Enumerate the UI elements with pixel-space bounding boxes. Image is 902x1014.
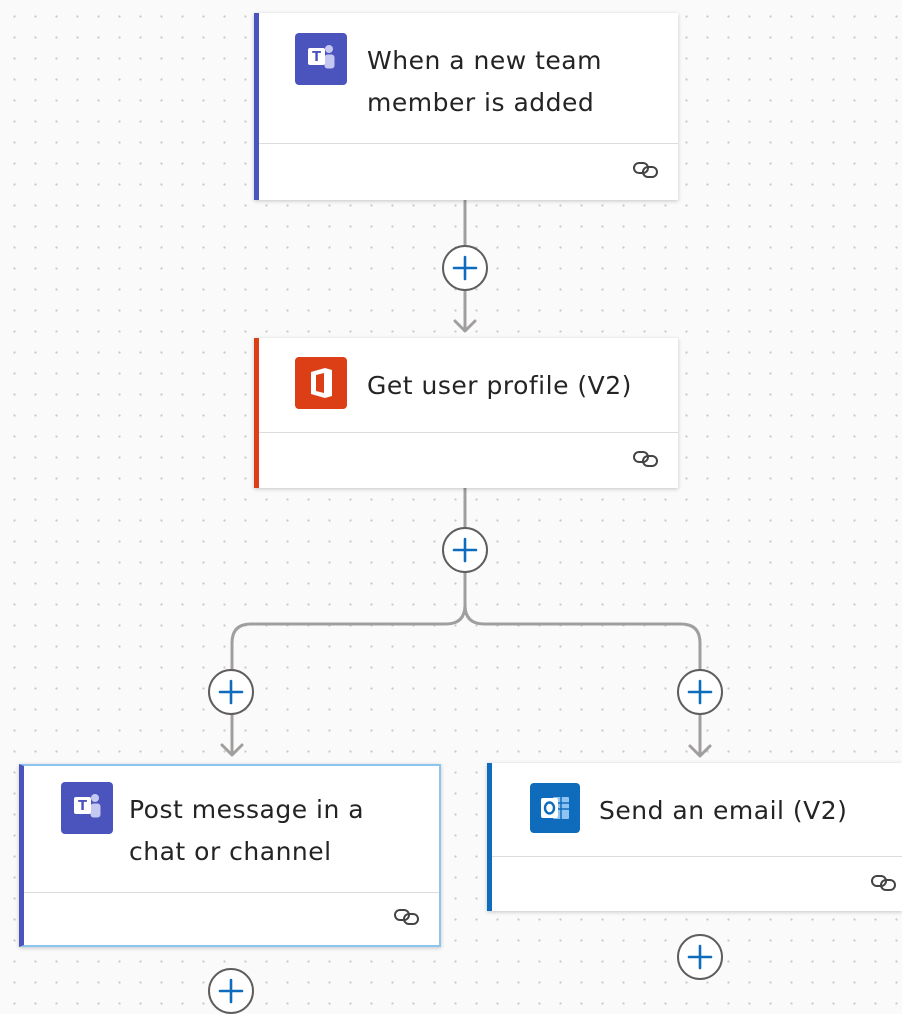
post-message-title: Post message in a chat or channel <box>129 795 365 866</box>
insert-step-button-right-branch[interactable] <box>677 669 723 715</box>
plus-icon <box>218 679 244 705</box>
insert-step-button[interactable] <box>442 527 488 573</box>
trigger-card-footer <box>259 143 678 200</box>
trigger-card[interactable]: T When a new team member is added <box>254 13 678 200</box>
trigger-card-header[interactable]: T When a new team member is added <box>259 13 678 143</box>
branch-right-line <box>463 603 702 756</box>
get-user-profile-title: Get user profile (V2) <box>367 371 632 400</box>
post-message-card-header[interactable]: T Post message in a chat or channel <box>24 766 439 892</box>
teams-icon: T <box>61 782 113 834</box>
send-email-card[interactable]: Send an email (V2) <box>487 763 902 911</box>
link-icon[interactable] <box>632 449 660 469</box>
plus-icon <box>452 537 478 563</box>
insert-step-button-left-branch[interactable] <box>208 669 254 715</box>
trigger-title: When a new team member is added <box>367 46 602 117</box>
get-user-profile-card-header[interactable]: Get user profile (V2) <box>259 338 678 432</box>
outlook-icon <box>530 783 580 833</box>
insert-step-button-after-send-email[interactable] <box>677 934 723 980</box>
send-email-title: Send an email (V2) <box>599 796 848 825</box>
link-icon[interactable] <box>632 160 660 180</box>
send-email-card-header[interactable]: Send an email (V2) <box>492 763 902 856</box>
svg-text:T: T <box>78 799 87 814</box>
teams-icon: T <box>295 33 347 85</box>
send-email-card-footer <box>492 856 902 911</box>
post-message-card-footer <box>24 892 439 945</box>
link-icon[interactable] <box>870 873 898 893</box>
link-icon[interactable] <box>393 907 421 927</box>
insert-step-button-after-post-message[interactable] <box>208 968 254 1014</box>
post-message-card[interactable]: T Post message in a chat or channel <box>19 764 441 947</box>
plus-icon <box>687 944 713 970</box>
branch-left-line <box>230 603 467 755</box>
get-user-profile-card-footer <box>259 432 678 488</box>
insert-step-button[interactable] <box>442 245 488 291</box>
plus-icon <box>452 255 478 281</box>
svg-text:T: T <box>312 50 321 65</box>
office-icon <box>295 357 347 409</box>
plus-icon <box>218 978 244 1004</box>
plus-icon <box>687 679 713 705</box>
get-user-profile-card[interactable]: Get user profile (V2) <box>254 338 678 488</box>
